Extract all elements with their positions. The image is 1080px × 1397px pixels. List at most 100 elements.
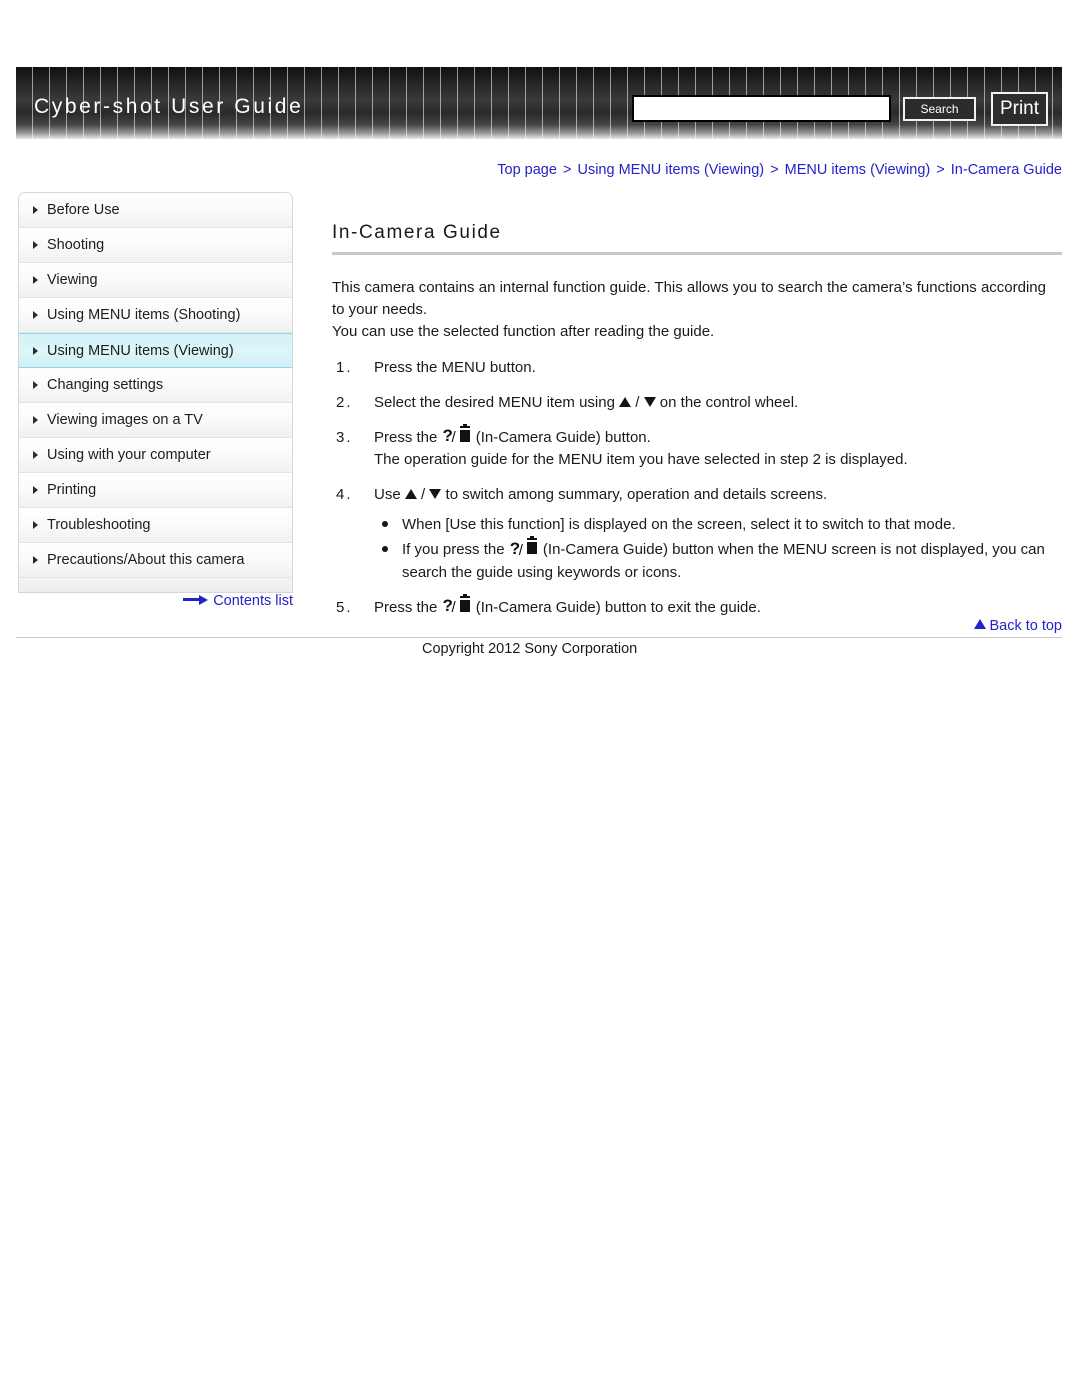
question-trash-icon: ? / xyxy=(510,536,538,559)
breadcrumb-item-in-camera-guide[interactable]: In-Camera Guide xyxy=(951,162,1062,178)
sidebar-item-label: Using MENU items (Shooting) xyxy=(47,307,241,323)
print-button[interactable]: Print xyxy=(991,92,1048,126)
chevron-right-icon xyxy=(33,311,38,319)
step-text-separator: / xyxy=(421,486,426,503)
sidebar-item-label: Shooting xyxy=(47,237,105,253)
copyright-text: Copyright 2012 Sony Corporation xyxy=(422,641,638,657)
sidebar-item-label: Changing settings xyxy=(47,377,164,393)
breadcrumb-item-menu-items-viewing[interactable]: MENU items (Viewing) xyxy=(785,162,931,178)
breadcrumb-item-top-page[interactable]: Top page xyxy=(497,162,557,178)
step-4: 4. Use / to switch among summary, operat… xyxy=(332,484,1062,584)
sidebar-item-using-menu-items-shooting[interactable]: Using MENU items (Shooting) xyxy=(19,298,292,333)
arrow-right-icon xyxy=(183,595,209,606)
question-trash-icon: ? / xyxy=(443,424,471,446)
trash-can-glyph xyxy=(459,424,470,442)
trash-can-glyph xyxy=(526,536,537,554)
breadcrumb: Top page > Using MENU items (Viewing) > … xyxy=(332,162,1062,178)
step-text-prefix: Press the xyxy=(374,599,438,616)
step-number: 2. xyxy=(336,394,353,411)
sidebar-item-label: Troubleshooting xyxy=(47,517,151,533)
sidebar-item-label: Viewing xyxy=(47,272,98,288)
search-button[interactable]: Search xyxy=(903,97,976,121)
sidebar-item-viewing-images-on-a-tv[interactable]: Viewing images on a TV xyxy=(19,403,292,438)
bullet-dot-icon xyxy=(382,521,388,527)
question-trash-icon: ? / xyxy=(443,594,471,616)
step-4-notes: When [Use this function] is displayed on… xyxy=(374,513,1062,584)
breadcrumb-separator: > xyxy=(936,162,945,178)
triangle-up-icon xyxy=(404,489,417,500)
sidebar-item-viewing[interactable]: Viewing xyxy=(19,263,292,298)
chevron-right-icon xyxy=(33,451,38,459)
back-to-top-label: Back to top xyxy=(989,618,1062,634)
step-text-prefix: Select the desired MENU item using xyxy=(374,394,615,411)
trash-can-glyph xyxy=(459,594,470,612)
chevron-right-icon xyxy=(33,241,38,249)
note-text-prefix: If you press the xyxy=(402,541,505,558)
sidebar-item-using-menu-items-viewing[interactable]: Using MENU items (Viewing) xyxy=(19,333,292,368)
step-text-suffix: (In-Camera Guide) button to exit the gui… xyxy=(475,599,761,616)
sidebar-bottom-spacer xyxy=(19,578,292,592)
main-content: In-Camera Guide This camera contains an … xyxy=(332,222,1062,632)
step-number: 1. xyxy=(336,359,353,376)
triangle-up-icon xyxy=(974,619,987,630)
sidebar-item-troubleshooting[interactable]: Troubleshooting xyxy=(19,508,292,543)
step-number: 5. xyxy=(336,599,353,616)
back-to-top-link[interactable]: Back to top xyxy=(332,618,1062,634)
step-3-detail: The operation guide for the MENU item yo… xyxy=(374,451,908,468)
sidebar-item-label: Printing xyxy=(47,482,97,498)
triangle-up-icon xyxy=(619,397,632,408)
note-item: If you press the ? / (In-Camera Guide) b… xyxy=(374,536,1062,584)
breadcrumb-separator: > xyxy=(562,162,572,178)
site-title: Cyber-shot User Guide xyxy=(34,95,304,118)
sidebar-item-label: Using MENU items (Viewing) xyxy=(47,343,234,359)
step-2: 2. Select the desired MENU item using / … xyxy=(332,392,1062,414)
step-text: Press the MENU button. xyxy=(374,359,536,376)
step-number: 4. xyxy=(336,486,353,503)
triangle-down-icon xyxy=(429,489,442,500)
note-item: When [Use this function] is displayed on… xyxy=(374,513,1062,536)
chevron-right-icon xyxy=(33,206,38,214)
step-number: 3. xyxy=(336,429,353,446)
sidebar-item-label: Using with your computer xyxy=(47,447,211,463)
title-divider xyxy=(332,252,1062,255)
page-title: In-Camera Guide xyxy=(332,222,502,243)
sidebar-item-using-with-your-computer[interactable]: Using with your computer xyxy=(19,438,292,473)
chevron-right-icon xyxy=(33,486,38,494)
intro-paragraph-2: You can use the selected function after … xyxy=(332,323,715,340)
sidebar-item-printing[interactable]: Printing xyxy=(19,473,292,508)
contents-list-label: Contents list xyxy=(213,593,293,609)
step-text-prefix: Use xyxy=(374,486,401,503)
chevron-right-icon xyxy=(33,416,38,424)
step-text-suffix: on the control wheel. xyxy=(659,394,799,411)
intro-paragraph-1: This camera contains an internal functio… xyxy=(332,279,1046,318)
sidebar-item-before-use[interactable]: Before Use xyxy=(19,193,292,228)
sidebar-item-precautions-about-this-camera[interactable]: Precautions/About this camera xyxy=(19,543,292,578)
step-text-prefix: Press the xyxy=(374,429,438,446)
chevron-right-icon xyxy=(33,346,38,355)
contents-list-link[interactable]: Contents list xyxy=(18,593,293,609)
breadcrumb-item-using-menu-items-viewing[interactable]: Using MENU items (Viewing) xyxy=(577,162,764,178)
chevron-right-icon xyxy=(33,276,38,284)
sidebar-item-label: Before Use xyxy=(47,202,120,218)
sidebar-navigation: Before Use Shooting Viewing Using MENU i… xyxy=(18,192,293,593)
sidebar-item-label: Viewing images on a TV xyxy=(47,412,203,428)
step-text-separator: / xyxy=(635,394,640,411)
chevron-right-icon xyxy=(33,381,38,389)
chevron-right-icon xyxy=(33,556,38,564)
slash-glyph: / xyxy=(518,542,523,559)
chevron-right-icon xyxy=(33,521,38,529)
step-1: 1. Press the MENU button. xyxy=(332,357,1062,379)
triangle-down-icon xyxy=(643,397,656,408)
sidebar-item-label: Precautions/About this camera xyxy=(47,552,245,568)
sidebar-item-changing-settings[interactable]: Changing settings xyxy=(19,368,292,403)
bullet-dot-icon xyxy=(382,546,388,552)
sidebar-item-shooting[interactable]: Shooting xyxy=(19,228,292,263)
step-text-suffix: (In-Camera Guide) button. xyxy=(475,429,651,446)
step-3: 3. Press the ? / (In-Camera Guide) butto… xyxy=(332,424,1062,471)
step-text-suffix: to switch among summary, operation and d… xyxy=(445,486,828,503)
slash-glyph: / xyxy=(451,429,456,446)
search-input[interactable] xyxy=(632,95,891,122)
step-5: 5. Press the ? / (In-Camera Guide) butto… xyxy=(332,594,1062,619)
slash-glyph: / xyxy=(451,599,456,616)
procedure-step-list: 1. Press the MENU button. 2. Select the … xyxy=(332,357,1062,619)
